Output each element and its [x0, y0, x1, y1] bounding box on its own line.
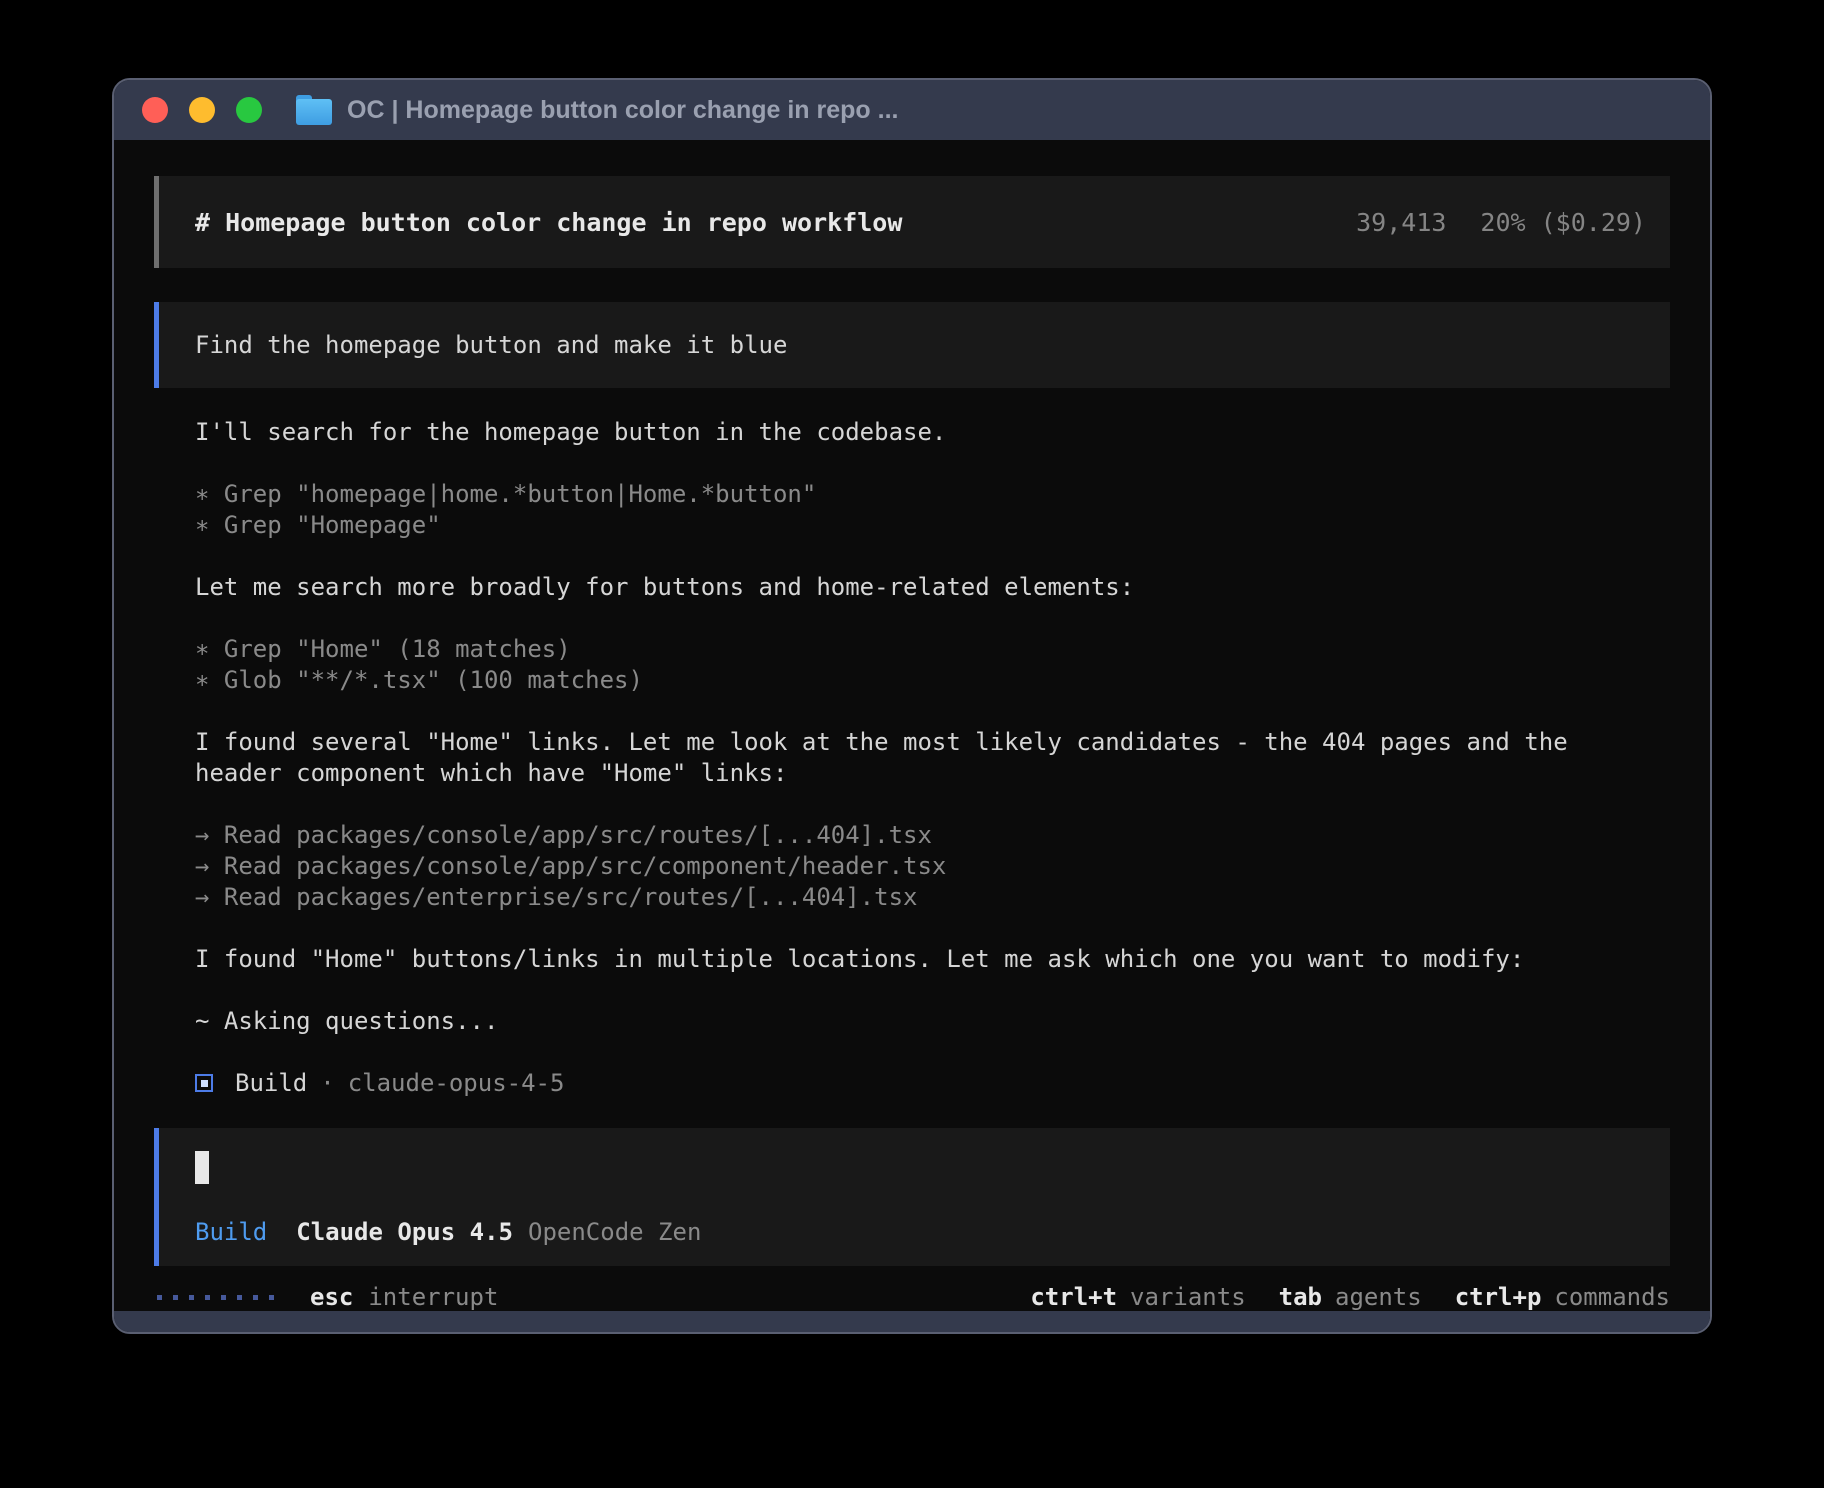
- user-message: Find the homepage button and make it blu…: [154, 302, 1670, 388]
- assistant-paragraph: I'll search for the homepage button in t…: [195, 417, 1605, 448]
- assistant-paragraph: Let me search more broadly for buttons a…: [195, 572, 1605, 603]
- text-cursor: [195, 1151, 209, 1184]
- input-agent-label[interactable]: Build: [195, 1218, 267, 1246]
- token-count: 39,413: [1356, 208, 1446, 237]
- working-spinner-dots: [157, 1295, 274, 1300]
- keybind-commands: ctrl+p commands: [1455, 1283, 1670, 1311]
- agent-model: claude-opus-4-5: [348, 1069, 565, 1097]
- assistant-status-line: ~ Asking questions...: [195, 1006, 1605, 1037]
- traffic-lights: [142, 97, 262, 123]
- user-message-text: Find the homepage button and make it blu…: [195, 331, 787, 359]
- minimize-window-button[interactable]: [189, 97, 215, 123]
- context-cost: 20% ($0.29): [1480, 208, 1646, 237]
- tool-call-read: → Read packages/enterprise/src/routes/[.…: [195, 882, 1605, 913]
- tool-call-group: ∗ Grep "Home" (18 matches) ∗ Glob "**/*.…: [195, 634, 1605, 696]
- tool-call-group: ∗ Grep "homepage|home.*button|Home.*butt…: [195, 479, 1605, 541]
- input-footer: Build Claude Opus 4.5 OpenCode Zen: [195, 1218, 1634, 1246]
- interrupt-key: esc: [310, 1283, 353, 1311]
- terminal-window: OC | Homepage button color change in rep…: [112, 78, 1712, 1334]
- interrupt-label: interrupt: [368, 1283, 498, 1311]
- window-titlebar[interactable]: OC | Homepage button color change in rep…: [114, 80, 1710, 140]
- assistant-paragraph: I found several "Home" links. Let me loo…: [195, 727, 1605, 789]
- titlebar-title-group: OC | Homepage button color change in rep…: [296, 95, 898, 125]
- session-header: # Homepage button color change in repo w…: [154, 176, 1670, 268]
- tool-call-read: → Read packages/console/app/src/routes/[…: [195, 820, 1605, 851]
- tool-call-group: → Read packages/console/app/src/routes/[…: [195, 820, 1605, 913]
- keybind-variants: ctrl+t variants: [1030, 1283, 1245, 1311]
- assistant-response: I'll search for the homepage button in t…: [195, 417, 1670, 1068]
- status-bar: esc interrupt ctrl+t variants tab agents…: [154, 1283, 1670, 1311]
- keybind-hints: ctrl+t variants tab agents ctrl+p comman…: [1030, 1283, 1670, 1311]
- zoom-window-button[interactable]: [236, 97, 262, 123]
- folder-icon: [296, 95, 332, 125]
- tool-call-glob: ∗ Glob "**/*.tsx" (100 matches): [195, 665, 1605, 696]
- assistant-paragraph: I found "Home" buttons/links in multiple…: [195, 944, 1605, 975]
- tool-call-grep: ∗ Grep "homepage|home.*button|Home.*butt…: [195, 479, 1605, 510]
- input-provider-label: OpenCode Zen: [528, 1218, 701, 1246]
- session-title: # Homepage button color change in repo w…: [195, 208, 902, 237]
- agent-separator: ·: [320, 1069, 334, 1097]
- tool-call-grep: ∗ Grep "Homepage": [195, 510, 1605, 541]
- window-bottom-edge: [114, 1311, 1710, 1334]
- input-model-label[interactable]: Claude Opus 4.5: [296, 1218, 513, 1246]
- prompt-input[interactable]: Build Claude Opus 4.5 OpenCode Zen: [154, 1128, 1670, 1266]
- tool-call-read: → Read packages/console/app/src/componen…: [195, 851, 1605, 882]
- tool-call-grep: ∗ Grep "Home" (18 matches): [195, 634, 1605, 665]
- session-stats: 39,413 20% ($0.29): [1356, 208, 1646, 237]
- agent-badge-icon: [195, 1074, 213, 1092]
- window-title: OC | Homepage button color change in rep…: [347, 96, 898, 125]
- agent-name: Build: [235, 1069, 307, 1097]
- terminal-content: # Homepage button color change in repo w…: [114, 140, 1710, 1311]
- keybind-agents: tab agents: [1279, 1283, 1422, 1311]
- agent-status-row: Build · claude-opus-4-5: [195, 1069, 1670, 1097]
- close-window-button[interactable]: [142, 97, 168, 123]
